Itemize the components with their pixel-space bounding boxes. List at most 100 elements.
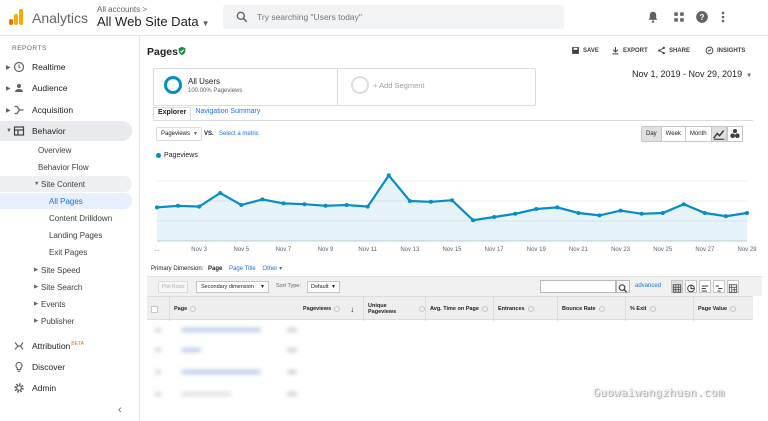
more-vert-icon[interactable] <box>716 10 730 24</box>
table-view-button[interactable] <box>671 280 683 293</box>
collapse-sidebar-icon[interactable]: ‹ <box>118 404 122 416</box>
column-header-label: Unique Pageviews <box>368 303 397 315</box>
search-input[interactable] <box>257 10 547 24</box>
sidebar-item-audience[interactable]: ▶ Audience <box>0 78 132 98</box>
plot-rows-button[interactable]: Plot Rows <box>158 281 188 293</box>
sidebar-item-behavior[interactable]: ▼ Behavior <box>0 121 132 141</box>
column-header-page[interactable]: Page <box>169 297 299 321</box>
line-chart-view-button[interactable] <box>711 126 727 142</box>
primary-dimension-page[interactable]: Page <box>208 266 222 272</box>
chart-legend: Pageviews <box>156 152 198 159</box>
data-point <box>639 211 644 216</box>
metric-selector[interactable]: Pageviews ▼ <box>156 127 202 141</box>
table-row[interactable] <box>147 322 307 338</box>
period-week-button[interactable]: Week <box>661 127 686 141</box>
sidebar-sub-landing-pages[interactable]: Landing Pages <box>0 227 132 243</box>
table-search-input[interactable] <box>540 280 616 293</box>
sidebar-item-attribution[interactable]: AttributionBETA <box>0 336 132 356</box>
primary-dimension-bar: Primary Dimension: Page Page Title Other… <box>151 265 282 272</box>
column-header-avg-time[interactable]: Avg. Time on Page <box>425 297 493 321</box>
sidebar-sub-content-drilldown[interactable]: Content Drilldown <box>0 210 132 226</box>
secondary-dimension-select[interactable]: Secondary dimension ▼ <box>196 281 269 293</box>
apps-grid-icon[interactable] <box>672 10 686 24</box>
comparison-view-button[interactable] <box>713 280 725 293</box>
help-icon[interactable]: ? <box>695 10 709 24</box>
sidebar-sub-publisher[interactable]: ▶ Publisher <box>0 313 132 329</box>
period-month-button[interactable]: Month <box>685 127 711 141</box>
sidebar-item-label: Realtime <box>32 62 66 72</box>
select-metric-link[interactable]: Select a metric <box>219 131 259 137</box>
performance-view-button[interactable] <box>699 280 711 293</box>
analytics-logo-icon[interactable] <box>9 9 23 25</box>
sidebar-sub-site-speed[interactable]: ▶ Site Speed <box>0 262 132 278</box>
column-header-unique-pageviews[interactable]: Unique Pageviews <box>363 297 425 321</box>
column-header-page-value[interactable]: Page Value <box>693 297 753 321</box>
sidebar-sub-label: Exit Pages <box>49 247 88 257</box>
pivot-view-button[interactable] <box>727 280 739 293</box>
sidebar-sub-all-pages[interactable]: All Pages <box>0 193 132 209</box>
select-all-checkbox[interactable] <box>147 297 169 321</box>
segment-all-users[interactable]: All Users 100.00% Pageviews <box>154 69 338 105</box>
insights-button[interactable]: INSIGHTS <box>705 46 745 55</box>
sidebar-item-realtime[interactable]: ▶ Realtime <box>0 57 132 77</box>
table-row[interactable] <box>147 342 307 358</box>
watermark-text: Guowaiwangzhuan.com <box>593 386 725 399</box>
primary-dimension-other[interactable]: Other ▾ <box>262 266 282 272</box>
advanced-filter-link[interactable]: advanced <box>635 283 661 289</box>
sidebar-sub-label: Site Content <box>41 179 86 189</box>
date-range-picker[interactable]: Nov 1, 2019 - Nov 29, 2019 ▼ <box>632 69 752 79</box>
segment-ring-icon <box>164 76 182 94</box>
add-segment-button[interactable]: + Add Segment <box>373 81 425 90</box>
tab-navigation-summary[interactable]: Navigation Summary <box>191 107 264 120</box>
view-selector[interactable]: All Web Site Data ▼ <box>97 14 210 29</box>
primary-dimension-page-title[interactable]: Page Title <box>229 266 256 272</box>
help-icon <box>481 306 488 312</box>
beta-badge: BETA <box>71 341 84 348</box>
sidebar-sub-exit-pages[interactable]: Exit Pages <box>0 244 132 260</box>
sidebar-sub-events[interactable]: ▶ Events <box>0 296 132 312</box>
account-breadcrumb[interactable]: All accounts > <box>97 5 147 14</box>
tab-explorer[interactable]: Explorer <box>153 107 192 120</box>
pie-view-button[interactable] <box>685 280 697 293</box>
bell-icon[interactable] <box>646 10 660 24</box>
table-search-button[interactable] <box>616 280 630 293</box>
sidebar-item-label: Discover <box>32 362 66 372</box>
sidebar-sub-label: Site Speed <box>41 265 81 275</box>
data-point <box>239 203 244 207</box>
checkbox-box <box>151 305 158 313</box>
data-point <box>723 214 728 219</box>
x-tick-label: Nov 13 <box>400 247 420 253</box>
sidebar-sub-behavior-flow[interactable]: Behavior Flow <box>0 159 132 175</box>
sidebar-item-acquisition[interactable]: ▶ Acquisition <box>0 100 132 120</box>
data-point <box>745 211 749 215</box>
sidebar-item-admin[interactable]: Admin <box>0 378 132 398</box>
sidebar-item-discover[interactable]: Discover <box>0 357 132 377</box>
sidebar-sub-overview[interactable]: Overview <box>0 142 132 158</box>
table-row[interactable] <box>147 364 307 380</box>
export-button[interactable]: EXPORT <box>611 46 648 55</box>
column-header-entrances[interactable]: Entrances <box>493 297 557 321</box>
table-row[interactable] <box>147 386 307 402</box>
sort-type-select[interactable]: Default ▼ <box>307 281 340 293</box>
add-segment-ring-icon[interactable] <box>351 76 369 94</box>
behavior-icon <box>13 126 25 136</box>
share-button[interactable]: SHARE <box>657 46 690 55</box>
column-header-bounce-rate[interactable]: Bounce Rate <box>557 297 625 321</box>
help-icon <box>527 306 534 312</box>
sidebar-item-label: Acquisition <box>32 105 74 115</box>
x-tick-label: Nov 3 <box>191 247 207 253</box>
secondary-dimension-label: Secondary dimension <box>201 284 254 290</box>
app-name: Analytics <box>32 10 89 26</box>
sidebar-sub-site-search[interactable]: ▶ Site Search <box>0 279 132 295</box>
save-button[interactable]: SAVE <box>571 46 599 55</box>
search-box[interactable] <box>223 5 564 29</box>
motion-chart-view-button[interactable] <box>727 126 743 142</box>
x-tick-label: Nov 21 <box>569 247 589 253</box>
column-header-exit[interactable]: % Exit <box>625 297 693 321</box>
export-label: EXPORT <box>623 47 648 54</box>
expand-arrow-icon: ▶ <box>6 64 11 71</box>
data-point <box>534 207 539 211</box>
column-header-pageviews[interactable]: Pageviews ↓ <box>299 297 363 321</box>
sidebar-sub-site-content[interactable]: ▼ Site Content <box>0 176 132 192</box>
period-day-button[interactable]: Day <box>642 127 662 141</box>
